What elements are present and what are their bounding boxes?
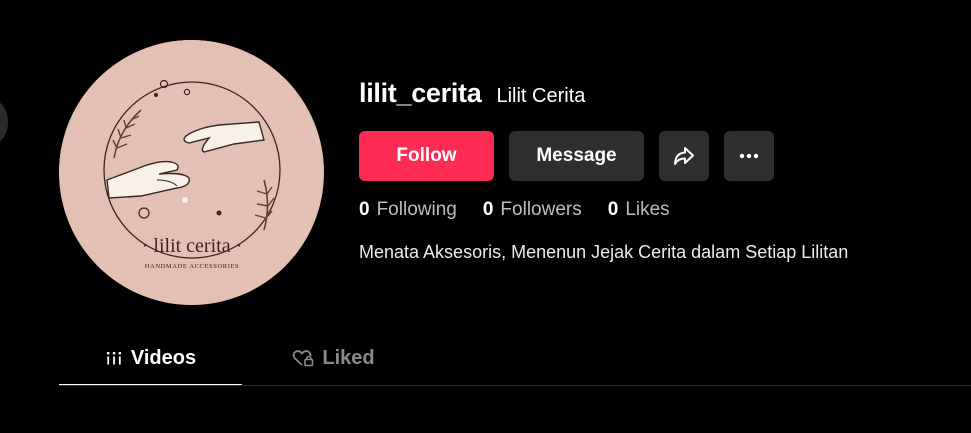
follow-button[interactable]: Follow [359,131,494,181]
sidebar-collapse-handle[interactable] [0,100,8,144]
share-arrow-icon [674,147,694,165]
likes-count: 0 [607,199,619,220]
username: lilit_cerita [359,78,482,108]
grid-icon [105,349,123,367]
tab-liked[interactable]: Liked [242,330,425,386]
name-row: lilit_cerita Lilit Cerita [359,78,959,116]
avatar-logo-text: · lilit cerita · [142,235,243,257]
profile-info: lilit_cerita Lilit Cerita Follow Message [359,78,959,262]
stat-followers[interactable]: 0 Followers [483,199,582,221]
more-options-button[interactable] [724,131,774,181]
following-label: Following [376,199,457,220]
tab-videos-label: Videos [130,346,197,369]
stat-following[interactable]: 0 Following [359,199,457,221]
avatar-logo-subtext: HANDMADE ACCESSORIES [145,263,240,270]
heart-lock-icon [292,348,314,368]
following-count: 0 [359,199,370,220]
followers-count: 0 [482,199,494,220]
stat-likes: 0 Likes [608,199,670,221]
profile-stats: 0 Following 0 Followers 0 Likes [359,199,696,221]
tab-videos[interactable]: Videos [59,330,242,386]
message-button[interactable]: Message [509,131,644,181]
avatar[interactable]: · lilit cerita · HANDMADE ACCESSORIES [59,40,324,305]
tab-liked-label: Liked [322,346,375,369]
avatar-logo: · lilit cerita · HANDMADE ACCESSORIES [59,40,323,304]
share-button[interactable] [659,131,709,181]
ellipsis-icon [739,153,759,159]
followers-label: Followers [500,199,582,220]
profile-page: · lilit cerita · HANDMADE ACCESSORIES li… [0,0,971,433]
tabs-divider [59,385,971,386]
nickname: Lilit Cerita [496,85,586,107]
action-buttons: Follow Message [359,131,774,181]
likes-label: Likes [625,199,670,220]
profile-tabs: Videos Liked [59,330,971,386]
profile-bio: Menata Aksesoris, Menenun Jejak Cerita d… [359,242,849,262]
